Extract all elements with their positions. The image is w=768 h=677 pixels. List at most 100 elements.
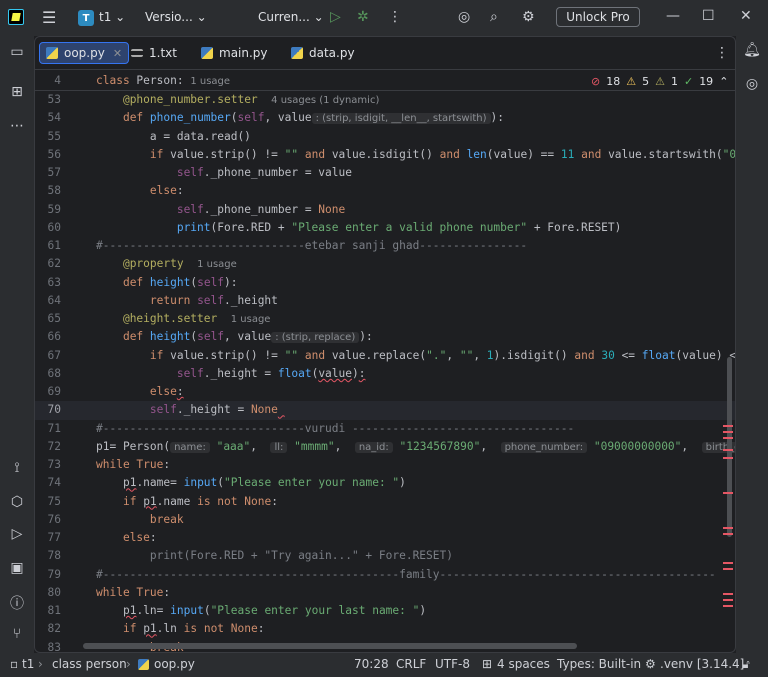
code-line[interactable]: 76 break: [35, 511, 735, 529]
code-area[interactable]: 53 @phone_number.setter 4 usages (1 dyna…: [35, 91, 735, 652]
code-text[interactable]: #---------------------------------------…: [96, 566, 716, 584]
line-number[interactable]: 74: [35, 474, 61, 492]
close-tab-icon[interactable]: ✕: [113, 47, 122, 60]
code-line[interactable]: 80 while True:: [35, 584, 735, 602]
line-number[interactable]: 54: [35, 109, 61, 127]
run-icon[interactable]: ▷: [330, 9, 341, 25]
code-line[interactable]: 55 a = data.read(): [35, 128, 735, 146]
code-line[interactable]: 57 self._phone_number = value: [35, 164, 735, 182]
code-text[interactable]: def phone_number(self, value: (strip, is…: [96, 109, 504, 128]
error-stripe-mark[interactable]: [723, 605, 733, 607]
code-text[interactable]: @height.setter 1 usage: [96, 310, 271, 329]
code-text[interactable]: else:: [96, 529, 157, 547]
line-number[interactable]: 53: [35, 91, 61, 109]
status-project[interactable]: t1: [22, 657, 34, 671]
vertical-scrollbar[interactable]: [727, 357, 732, 537]
code-line[interactable]: 61 #------------------------------etebar …: [35, 237, 735, 255]
line-number[interactable]: 57: [35, 164, 61, 182]
error-stripe-mark[interactable]: [723, 593, 733, 595]
problems-icon[interactable]: ⓘ: [8, 593, 26, 612]
indent-setting[interactable]: 4 spaces: [497, 657, 550, 671]
sticky-scope-header[interactable]: 4 class Person: 1 usage ⊘ 18 ⚠ 5 ⚠ 1 ✓ 19 ⌃ …: [35, 71, 735, 91]
line-number[interactable]: 63: [35, 274, 61, 292]
type-checker[interactable]: Types: Built-in: [557, 657, 641, 671]
line-number[interactable]: 66: [35, 328, 61, 346]
code-line[interactable]: 74 p1.name= input("Please enter your nam…: [35, 474, 735, 492]
line-number[interactable]: 67: [35, 347, 61, 365]
code-line[interactable]: 69 else:: [35, 383, 735, 401]
code-text[interactable]: while True:: [96, 456, 170, 474]
line-number[interactable]: 62: [35, 255, 61, 273]
code-text[interactable]: #------------------------------vurudi --…: [96, 420, 574, 438]
code-text[interactable]: while True:: [96, 584, 170, 602]
terminal-icon[interactable]: ▣: [8, 560, 26, 578]
project-badge[interactable]: T: [78, 10, 94, 26]
line-number[interactable]: 59: [35, 201, 61, 219]
code-text[interactable]: self._phone_number = value: [96, 164, 352, 182]
app-logo-icon[interactable]: [8, 9, 24, 25]
code-line[interactable]: 59 self._phone_number = None: [35, 201, 735, 219]
error-stripe-mark[interactable]: [723, 599, 733, 601]
code-line[interactable]: 72 p1= Person(name: "aaa", ll: "mmmm", na…: [35, 438, 735, 457]
error-stripe-mark[interactable]: [723, 425, 733, 427]
error-stripe-mark[interactable]: [723, 562, 733, 564]
code-text[interactable]: p1.name= input("Please enter your name: …: [96, 474, 406, 492]
unlock-pro-button[interactable]: Unlock Pro: [556, 7, 640, 27]
line-number[interactable]: 69: [35, 383, 61, 401]
caret-position[interactable]: 70:28: [354, 657, 389, 671]
file-encoding[interactable]: UTF-8: [435, 657, 470, 671]
code-text[interactable]: break: [96, 511, 184, 529]
code-line[interactable]: 71 #------------------------------vurudi …: [35, 420, 735, 438]
line-number[interactable]: 56: [35, 146, 61, 164]
horizontal-scrollbar[interactable]: [83, 643, 577, 649]
code-text[interactable]: def height(self):: [96, 274, 238, 292]
code-line[interactable]: 65 @height.setter 1 usage: [35, 310, 735, 329]
line-number[interactable]: 80: [35, 584, 61, 602]
code-line[interactable]: 54 def phone_number(self, value: (strip,…: [35, 109, 735, 128]
breadcrumb-file[interactable]: oop.py: [154, 657, 195, 671]
run-tool-icon[interactable]: ▷: [8, 526, 26, 544]
breadcrumb-class[interactable]: class person: [52, 657, 127, 671]
ai-assistant-icon[interactable]: ◎: [458, 9, 470, 25]
code-line[interactable]: 67 if value.strip() != "" and value.repl…: [35, 347, 735, 365]
code-text[interactable]: else:: [96, 182, 184, 200]
code-text[interactable]: if p1.name is not None:: [96, 493, 278, 511]
error-stripe-mark[interactable]: [723, 533, 733, 535]
error-stripe-mark[interactable]: [723, 492, 733, 494]
inspection-widget[interactable]: ⊘ 18 ⚠ 5 ⚠ 1 ✓ 19 ⌃ ⌄: [591, 73, 735, 89]
code-text[interactable]: if value.strip() != "" and value.replace…: [96, 347, 735, 365]
code-line[interactable]: 60 print(Fore.RED + "Please enter a vali…: [35, 219, 735, 237]
error-stripe-mark[interactable]: [723, 449, 733, 451]
code-line[interactable]: 62 @property 1 usage: [35, 255, 735, 273]
code-text[interactable]: return self._height: [96, 292, 278, 310]
line-number[interactable]: 78: [35, 547, 61, 565]
line-number[interactable]: 79: [35, 566, 61, 584]
line-number[interactable]: 75: [35, 493, 61, 511]
services-icon[interactable]: ⬡: [8, 494, 26, 512]
project-folder-icon[interactable]: ▭: [8, 44, 26, 62]
error-stripe-mark[interactable]: [723, 431, 733, 433]
error-stripe-mark[interactable]: [723, 457, 733, 459]
code-text[interactable]: else:: [96, 383, 184, 401]
code-line[interactable]: 75 if p1.name is not None:: [35, 493, 735, 511]
code-line[interactable]: 58 else:: [35, 182, 735, 200]
git-icon[interactable]: ⑂: [8, 626, 26, 644]
error-stripe-mark[interactable]: [723, 527, 733, 529]
line-number[interactable]: 68: [35, 365, 61, 383]
code-text[interactable]: p1= Person(name: "aaa", ll: "mmmm", na_i…: [96, 438, 735, 457]
code-line[interactable]: 56 if value.strip() != "" and value.isdi…: [35, 146, 735, 164]
code-line[interactable]: 68 self._height = float(value):: [35, 365, 735, 383]
code-line[interactable]: 73 while True:: [35, 456, 735, 474]
notifications-bell-icon[interactable]: 🔔︎: [743, 42, 761, 60]
tabs-more-icon[interactable]: ⋮: [715, 45, 729, 61]
code-line[interactable]: 81 p1.ln= input("Please enter your last …: [35, 602, 735, 620]
code-text[interactable]: self._height = float(value):: [96, 365, 366, 383]
code-line[interactable]: 70 self._height = None: [35, 401, 735, 420]
line-number[interactable]: 64: [35, 292, 61, 310]
code-line[interactable]: 79 #-------------------------------------…: [35, 566, 735, 584]
debug-icon[interactable]: ✲: [357, 9, 369, 25]
close-window-icon[interactable]: ✕: [740, 8, 752, 24]
more-icon[interactable]: ⋮: [388, 9, 402, 25]
code-text[interactable]: p1.ln= input("Please enter your last nam…: [96, 602, 426, 620]
error-stripe-mark[interactable]: [723, 437, 733, 439]
